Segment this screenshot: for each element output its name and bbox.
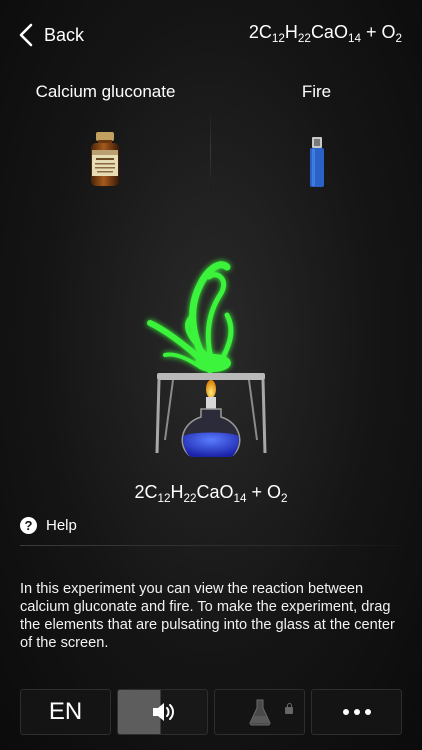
bottom-toolbar: EN xyxy=(20,689,402,735)
experiment-description: In this experiment you can view the reac… xyxy=(20,581,395,651)
burner-wick xyxy=(206,397,216,409)
reagent-title-calcium-gluconate: Calcium gluconate xyxy=(35,82,176,101)
help-divider xyxy=(20,545,400,546)
tripod-ring xyxy=(157,373,265,380)
tripod-leg-right xyxy=(261,379,267,454)
header-formula: 2C12H22CaO14 + O2 xyxy=(248,22,402,46)
help-icon: ? xyxy=(20,517,37,534)
lock-icon xyxy=(285,703,293,714)
reaction-formula: 2C12H22CaO14 + O2 xyxy=(134,482,288,506)
language-button[interactable]: EN xyxy=(20,689,111,735)
lighter-icon[interactable] xyxy=(309,136,325,193)
help-label: Help xyxy=(46,517,77,534)
sound-toggle[interactable] xyxy=(117,689,208,735)
help-button[interactable]: ? Help xyxy=(20,517,77,534)
more-button[interactable] xyxy=(311,689,402,735)
flask-button[interactable] xyxy=(214,689,305,735)
calcium-bottle-icon[interactable] xyxy=(89,130,121,193)
reagent-title-fire: Fire xyxy=(301,82,332,101)
language-label: EN xyxy=(48,698,83,725)
reaction-apparatus xyxy=(147,261,267,457)
chevron-left-icon xyxy=(19,23,33,47)
speaker-icon xyxy=(152,703,174,721)
tripod-leg-left xyxy=(155,379,161,454)
green-flame xyxy=(147,261,234,374)
back-button[interactable]: Back xyxy=(18,20,84,50)
flask-icon xyxy=(248,699,271,726)
reagent-divider xyxy=(210,110,211,190)
more-dots-icon xyxy=(342,709,371,715)
burner-liquid xyxy=(183,432,239,457)
burner-flame xyxy=(206,380,216,398)
back-label: Back xyxy=(44,24,85,45)
